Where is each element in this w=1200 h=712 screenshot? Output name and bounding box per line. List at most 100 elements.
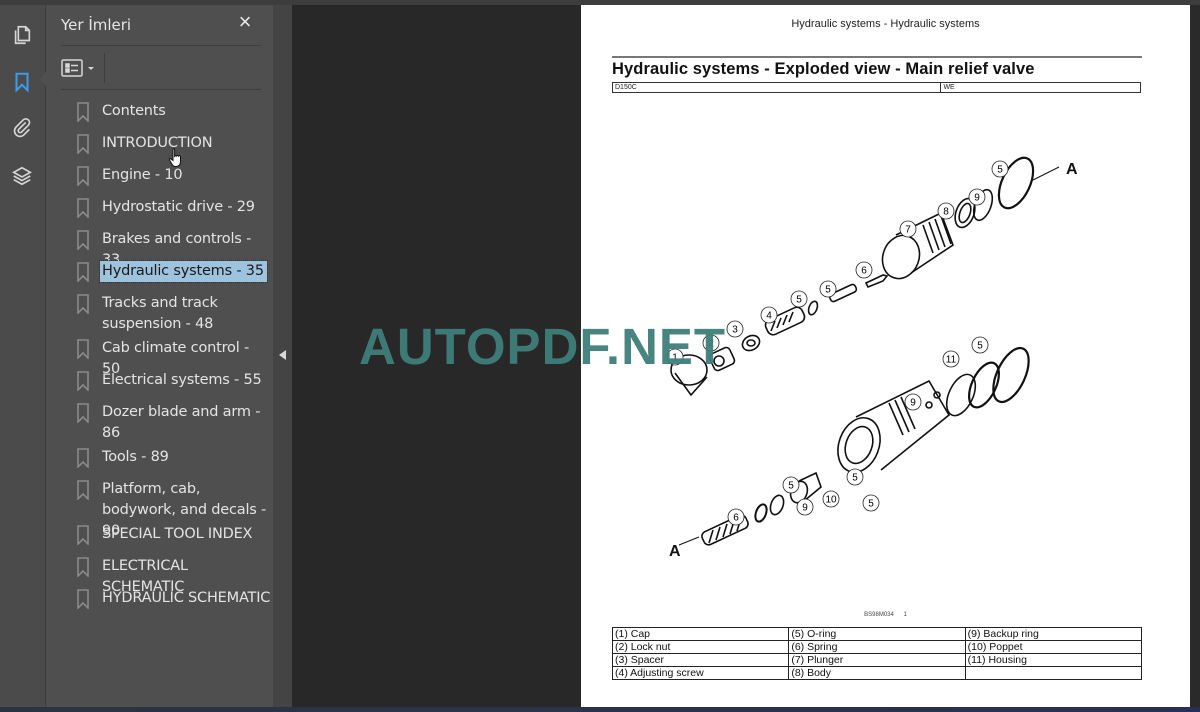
paperclip-icon — [13, 118, 31, 138]
collapse-panel-arrow-icon[interactable] — [279, 350, 286, 360]
callout: 9 — [904, 393, 922, 411]
bookmark-item[interactable]: Tracks and track suspension - 48 — [76, 291, 271, 335]
bookmark-label: Hydrostatic drive - 29 — [102, 199, 255, 215]
callout-number: 9 — [802, 503, 808, 514]
part-cell: (10) Poppet — [964, 640, 1143, 654]
part-spacer — [741, 334, 761, 352]
callout-number: 5 — [852, 473, 858, 484]
bookmark-item[interactable]: Electrical systems - 55 — [76, 368, 271, 391]
part-o-ring — [754, 503, 768, 523]
bookmark-label: SPECIAL TOOL INDEX — [102, 526, 253, 542]
part-cell — [964, 666, 1143, 680]
bookmarks-button[interactable] — [8, 68, 36, 96]
toolbar-divider — [104, 53, 105, 83]
callout: 5 — [819, 280, 837, 298]
callout: 5 — [971, 336, 989, 354]
running-head: Hydraulic systems - Hydraulic systems — [791, 18, 980, 30]
title-rule — [612, 56, 1142, 58]
bookmark-icon — [77, 339, 89, 359]
close-panel-button[interactable]: × — [234, 11, 256, 33]
callout-number: 5 — [796, 295, 802, 306]
region-cell: WE — [940, 82, 1141, 93]
callout-number: 4 — [766, 311, 772, 322]
page-thumbnails-button[interactable] — [8, 21, 36, 49]
bookmark-icon — [77, 557, 89, 577]
watermark: AUTOPDF.NET — [359, 318, 727, 375]
bookmark-label: Electrical systems - 55 — [102, 372, 262, 388]
bookmark-item[interactable]: Hydraulic systems - 35 — [76, 259, 271, 283]
bookmark-icon — [77, 134, 89, 154]
callout-number: 5 — [997, 165, 1003, 176]
callout: 6 — [855, 261, 873, 279]
bookmark-icon — [77, 589, 89, 609]
bookmark-options-button[interactable] — [61, 56, 99, 80]
callout-number: 5 — [868, 499, 874, 510]
list-options-icon — [61, 59, 83, 77]
panel-title: Yer İmleri — [61, 16, 132, 34]
figure-caption: BS98M034 1 — [581, 612, 1190, 618]
layers-button[interactable] — [8, 162, 36, 190]
section-marker-a: A — [1066, 161, 1078, 178]
bookmark-item[interactable]: Contents — [76, 99, 271, 122]
bookmark-item[interactable]: HYDRAULIC SCHEMATIC — [76, 586, 271, 609]
bookmark-label: Contents — [102, 103, 166, 119]
bookmark-label: Engine - 10 — [102, 167, 183, 183]
callout-number: 5 — [977, 341, 983, 352]
part-cell: (11) Housing — [964, 653, 1143, 667]
bookmark-label: Tools - 89 — [102, 449, 169, 465]
callout-number: 6 — [733, 513, 739, 524]
part-backup-ring — [769, 494, 785, 516]
bookmark-item[interactable]: SPECIAL TOOL INDEX — [76, 522, 271, 545]
bookmark-icon — [77, 262, 89, 282]
part-cell: (3) Spacer — [611, 653, 790, 667]
vertical-scrollbar[interactable] — [1190, 5, 1200, 707]
callout: 8 — [937, 202, 955, 220]
part-cell: (2) Lock nut — [611, 640, 790, 654]
callout: 11 — [942, 350, 960, 368]
bookmark-icon — [77, 230, 89, 250]
bookmark-label: Hydraulic systems - 35 — [99, 260, 268, 283]
bookmark-item[interactable]: Hydrostatic drive - 29 — [76, 195, 271, 218]
bookmark-icon — [77, 198, 89, 218]
bookmark-icon — [77, 525, 89, 545]
hand-cursor-icon — [168, 148, 181, 167]
parts-row: (3) Spacer (7) Plunger (11) Housing — [611, 653, 1143, 667]
bookmark-icon — [77, 294, 89, 314]
bookmark-item[interactable]: Tools - 89 — [76, 445, 271, 468]
bookmark-icon — [15, 72, 29, 93]
callout-number: 11 — [946, 355, 957, 366]
chevron-down-icon — [88, 67, 94, 70]
figure-code: BS98M034 — [864, 612, 894, 618]
close-icon: × — [238, 9, 252, 34]
bookmark-label: Tracks and track suspension - 48 — [102, 295, 218, 332]
panel-collapse-strip — [273, 5, 292, 707]
callout: 4 — [760, 306, 778, 324]
callout-number: 5 — [825, 285, 831, 296]
exploded-view-figure: 1234556789551195510956 A A — [666, 156, 1078, 560]
bookmark-icon — [77, 448, 89, 468]
meta-table: D150C WE — [611, 82, 1141, 93]
callout-number: 5 — [788, 481, 794, 492]
bookmark-item[interactable]: Dozer blade and arm - 86 — [76, 400, 271, 444]
bookmark-icon — [77, 480, 89, 500]
callout: 3 — [726, 320, 744, 338]
callout: 9 — [796, 498, 814, 516]
callout-number: 9 — [974, 193, 980, 204]
attachments-button[interactable] — [8, 113, 36, 141]
callout: 5 — [991, 160, 1009, 178]
part-body — [881, 211, 954, 280]
part-cell: (9) Backup ring — [964, 627, 1143, 641]
part-housing — [837, 379, 951, 473]
part-o-ring — [992, 346, 1030, 404]
part-cell: (6) Spring — [788, 640, 966, 654]
bookmark-icon — [77, 403, 89, 423]
callout: 5 — [846, 468, 864, 486]
figure-number: 1 — [903, 612, 907, 618]
callout: 5 — [782, 476, 800, 494]
layers-icon — [12, 166, 32, 186]
callout: 9 — [968, 188, 986, 206]
navigation-icon-rail — [0, 5, 46, 707]
bottom-bar — [0, 707, 1200, 712]
callout: 10 — [822, 490, 840, 508]
bookmark-icon — [77, 102, 89, 122]
